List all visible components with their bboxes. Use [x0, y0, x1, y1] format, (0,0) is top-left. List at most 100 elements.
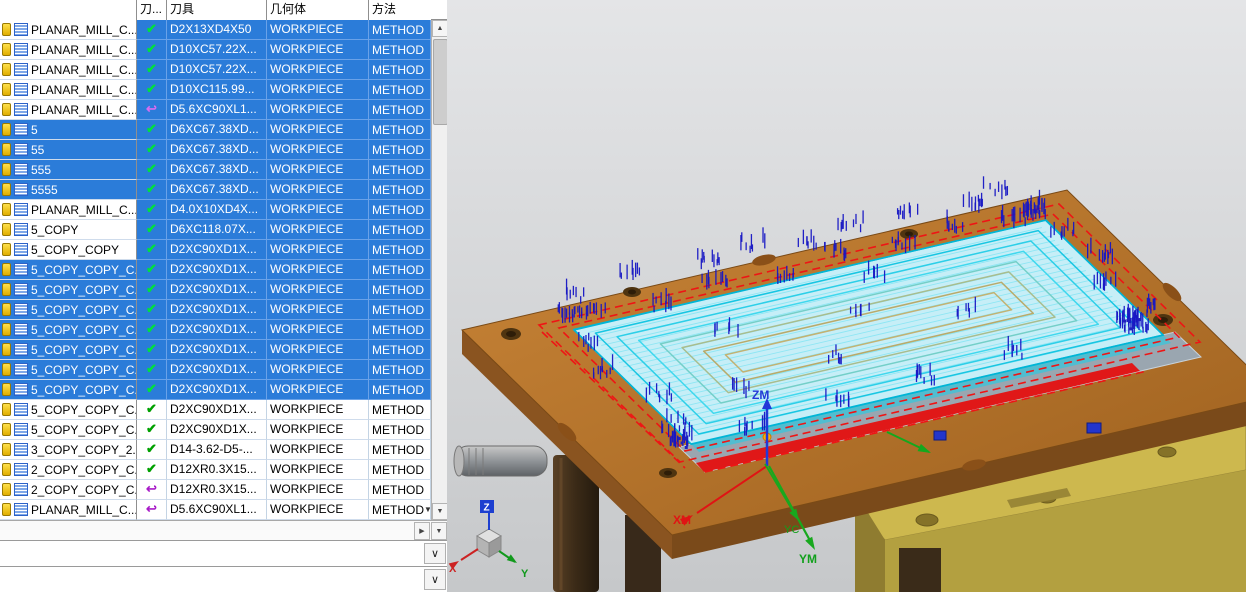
method-cell[interactable]: METHOD	[369, 420, 431, 440]
method-cell[interactable]: METHOD	[369, 460, 431, 480]
column-header-method[interactable]: 方法	[369, 0, 431, 20]
operation-name-cell[interactable]: 5_COPY	[0, 220, 137, 240]
tool-cell[interactable]: D10XC115.99...	[167, 80, 267, 100]
method-cell[interactable]: METHOD	[369, 60, 431, 80]
geometry-cell[interactable]: WORKPIECE	[267, 300, 369, 320]
operation-row[interactable]: 5_COPY_COPY_C... ✔ D2XC90XD1X... WORKPIECE M…	[0, 340, 431, 360]
operation-row[interactable]: 5_COPY_COPY_C... ✔ D2XC90XD1X... WORKPIECE M…	[0, 300, 431, 320]
operation-row[interactable]: 5_COPY_COPY_C... ✔ D2XC90XD1X... WORKPIECE M…	[0, 420, 431, 440]
column-header-tool[interactable]: 刀具	[167, 0, 267, 20]
method-cell[interactable]: METHOD▼	[369, 500, 431, 520]
geometry-cell[interactable]: WORKPIECE	[267, 200, 369, 220]
operation-name-cell[interactable]: PLANAR_MILL_C...	[0, 200, 137, 220]
tool-cell[interactable]: D14-3.62-D5-...	[167, 440, 267, 460]
operation-row[interactable]: PLANAR_MILL_C... ✔ D2X13XD4X50 WORKPIECE MET…	[0, 20, 431, 40]
method-cell[interactable]: METHOD	[369, 160, 431, 180]
operation-row[interactable]: 5_COPY ✔ D6XC118.07X... WORKPIECE METHOD	[0, 220, 431, 240]
operation-row[interactable]: PLANAR_MILL_C... ✔ D10XC57.22X... WORKPIECE…	[0, 40, 431, 60]
scroll-down-icon[interactable]: ▼	[431, 522, 447, 540]
operation-row[interactable]: 5_COPY_COPY ✔ D2XC90XD1X... WORKPIECE METHOD	[0, 240, 431, 260]
operation-name-cell[interactable]: 2_COPY_COPY_C...	[0, 460, 137, 480]
tool-cell[interactable]: D6XC67.38XD...	[167, 160, 267, 180]
operation-name-cell[interactable]: 5_COPY_COPY_C...	[0, 400, 137, 420]
method-cell[interactable]: METHOD	[369, 480, 431, 500]
chevron-down-icon[interactable]: ▼	[424, 501, 430, 519]
column-header-status[interactable]: 刀...	[137, 0, 167, 20]
geometry-cell[interactable]: WORKPIECE	[267, 360, 369, 380]
operation-row[interactable]: 5_COPY_COPY_C... ✔ D2XC90XD1X... WORKPIECE M…	[0, 380, 431, 400]
operation-name-cell[interactable]: 555	[0, 160, 137, 180]
tool-cell[interactable]: D10XC57.22X...	[167, 60, 267, 80]
geometry-cell[interactable]: WORKPIECE	[267, 180, 369, 200]
operation-name-cell[interactable]: 5_COPY_COPY_C...	[0, 320, 137, 340]
operation-name-cell[interactable]: 2_COPY_COPY_C...	[0, 480, 137, 500]
operation-row[interactable]: PLANAR_MILL_C... ↩ D5.6XC90XL1... WORKPIECE…	[0, 100, 431, 120]
operation-name-cell[interactable]: 5_COPY_COPY_C...	[0, 300, 137, 320]
method-cell[interactable]: METHOD	[369, 140, 431, 160]
geometry-cell[interactable]: WORKPIECE	[267, 220, 369, 240]
tool-cell[interactable]: D6XC67.38XD...	[167, 140, 267, 160]
geometry-cell[interactable]: WORKPIECE	[267, 440, 369, 460]
geometry-cell[interactable]: WORKPIECE	[267, 420, 369, 440]
operation-name-cell[interactable]: 5_COPY_COPY_C...	[0, 360, 137, 380]
operation-row[interactable]: 5_COPY_COPY_C... ✔ D2XC90XD1X... WORKPIECE M…	[0, 400, 431, 420]
operation-name-cell[interactable]: 5	[0, 120, 137, 140]
method-cell[interactable]: METHOD	[369, 220, 431, 240]
geometry-cell[interactable]: WORKPIECE	[267, 240, 369, 260]
tool-cell[interactable]: D2XC90XD1X...	[167, 360, 267, 380]
horizontal-scrollbar[interactable]: ▶ ▼	[0, 520, 447, 540]
tool-cell[interactable]: D6XC118.07X...	[167, 220, 267, 240]
method-cell[interactable]: METHOD	[369, 20, 431, 40]
operation-row[interactable]: PLANAR_MILL_C... ✔ D10XC115.99... WORKPIECE…	[0, 80, 431, 100]
operation-name-cell[interactable]: 5555	[0, 180, 137, 200]
method-cell[interactable]: METHOD	[369, 300, 431, 320]
geometry-cell[interactable]: WORKPIECE	[267, 460, 369, 480]
operation-name-cell[interactable]: PLANAR_MILL_C...	[0, 100, 137, 120]
method-cell[interactable]: METHOD	[369, 280, 431, 300]
geometry-cell[interactable]: WORKPIECE	[267, 80, 369, 100]
method-cell[interactable]: METHOD	[369, 380, 431, 400]
method-cell[interactable]: METHOD	[369, 400, 431, 420]
geometry-cell[interactable]: WORKPIECE	[267, 260, 369, 280]
geometry-cell[interactable]: WORKPIECE	[267, 340, 369, 360]
tool-cell[interactable]: D2XC90XD1X...	[167, 420, 267, 440]
geometry-cell[interactable]: WORKPIECE	[267, 120, 369, 140]
operation-name-cell[interactable]: PLANAR_MILL_C...	[0, 80, 137, 100]
3d-scene[interactable]: ZM XM YC YM Z X Y	[447, 0, 1246, 592]
operation-name-cell[interactable]: PLANAR_MILL_C...	[0, 60, 137, 80]
method-cell[interactable]: METHOD	[369, 340, 431, 360]
geometry-cell[interactable]: WORKPIECE	[267, 400, 369, 420]
geometry-cell[interactable]: WORKPIECE	[267, 160, 369, 180]
operation-name-cell[interactable]: 55	[0, 140, 137, 160]
tool-cell[interactable]: D2XC90XD1X...	[167, 280, 267, 300]
column-header-geometry[interactable]: 几何体	[267, 0, 369, 20]
tool-cell[interactable]: D2X13XD4X50	[167, 20, 267, 40]
geometry-cell[interactable]: WORKPIECE	[267, 20, 369, 40]
geometry-cell[interactable]: WORKPIECE	[267, 500, 369, 520]
operation-row[interactable]: 5_COPY_COPY_C... ✔ D2XC90XD1X... WORKPIECE M…	[0, 360, 431, 380]
method-cell[interactable]: METHOD	[369, 240, 431, 260]
tool-cell[interactable]: D2XC90XD1X...	[167, 240, 267, 260]
operation-row[interactable]: 5_COPY_COPY_C... ✔ D2XC90XD1X... WORKPIECE M…	[0, 260, 431, 280]
tool-cell[interactable]: D12XR0.3X15...	[167, 480, 267, 500]
vertical-scrollbar[interactable]: ▲ ▼	[431, 20, 448, 520]
tool-cell[interactable]: D6XC67.38XD...	[167, 180, 267, 200]
method-cell[interactable]: METHOD	[369, 100, 431, 120]
operation-row[interactable]: 2_COPY_COPY_C... ✔ D12XR0.3X15... WORKPIECE…	[0, 460, 431, 480]
method-cell[interactable]: METHOD	[369, 440, 431, 460]
tool-cell[interactable]: D10XC57.22X...	[167, 40, 267, 60]
operation-name-cell[interactable]: PLANAR_MILL_C...	[0, 500, 137, 520]
method-cell[interactable]: METHOD	[369, 260, 431, 280]
pane-collapse-icon[interactable]: ∨	[424, 543, 446, 564]
geometry-cell[interactable]: WORKPIECE	[267, 140, 369, 160]
operation-name-cell[interactable]: 5_COPY_COPY_C...	[0, 260, 137, 280]
operation-row[interactable]: 2_COPY_COPY_C... ↩ D12XR0.3X15... WORKPIECE…	[0, 480, 431, 500]
operation-row[interactable]: 5555 ✔ D6XC67.38XD... WORKPIECE METHOD	[0, 180, 431, 200]
tool-cell[interactable]: D2XC90XD1X...	[167, 380, 267, 400]
column-header-name[interactable]	[0, 0, 137, 20]
tool-cell[interactable]: D5.6XC90XL1...	[167, 500, 267, 520]
operation-row[interactable]: 55 ✔ D6XC67.38XD... WORKPIECE METHOD	[0, 140, 431, 160]
method-cell[interactable]: METHOD	[369, 180, 431, 200]
geometry-cell[interactable]: WORKPIECE	[267, 40, 369, 60]
tool-cell[interactable]: D2XC90XD1X...	[167, 260, 267, 280]
